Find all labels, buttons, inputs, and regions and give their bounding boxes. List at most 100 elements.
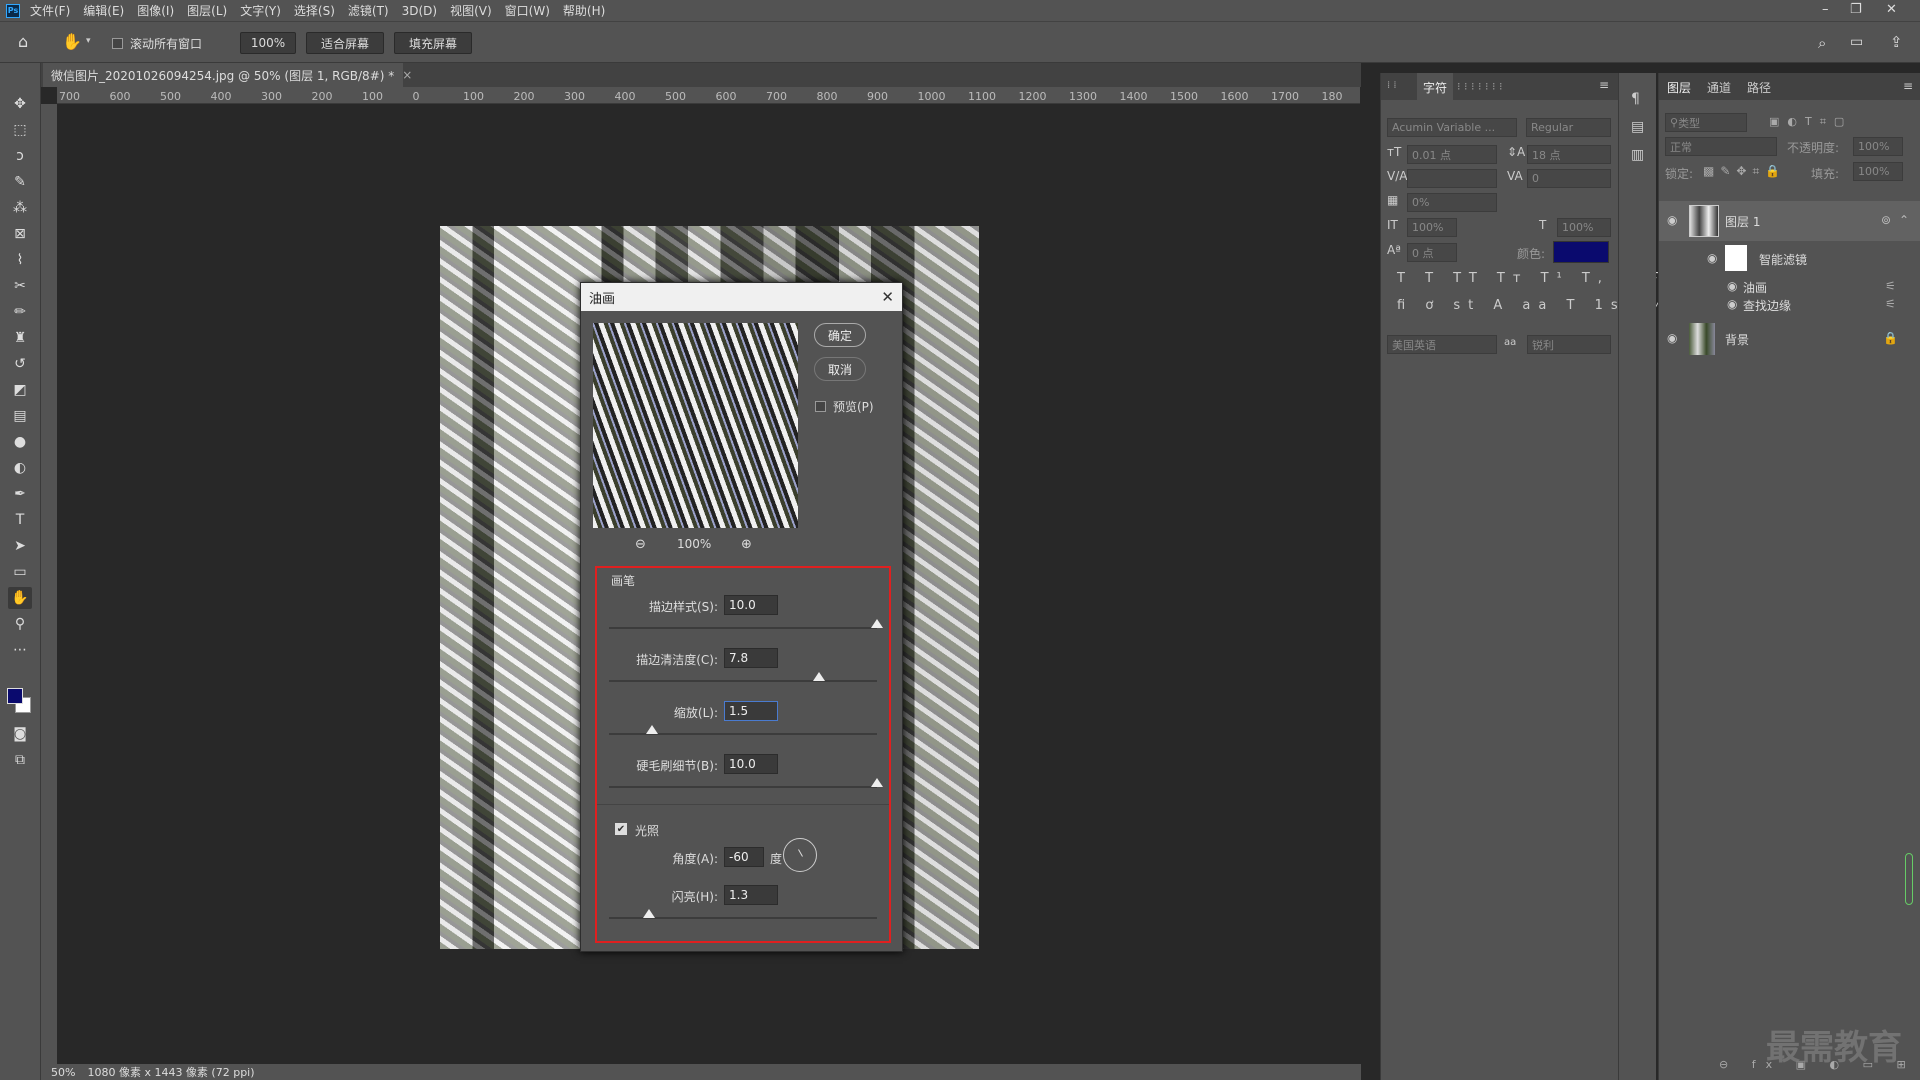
- screen-mode-icon[interactable]: ⧉: [8, 749, 32, 771]
- status-info[interactable]: 1080 像素 x 1443 像素 (72 ppi): [87, 1064, 254, 1080]
- eyedropper-icon[interactable]: ⌇: [8, 249, 32, 271]
- tab-channels[interactable]: 通道: [1707, 79, 1731, 96]
- panel-grip-icon[interactable]: ⁞ ⁞: [1387, 80, 1397, 91]
- stylization-slider[interactable]: [609, 619, 883, 629]
- close-tab-icon[interactable]: ×: [402, 68, 412, 82]
- zoom-in-icon[interactable]: ⊕: [741, 537, 752, 552]
- stylization-input[interactable]: 10.0: [724, 595, 778, 615]
- workspace-icon[interactable]: ▭: [1850, 34, 1863, 50]
- menu-type[interactable]: 文字(Y): [240, 2, 281, 19]
- antialias-select[interactable]: 锐利: [1527, 335, 1611, 354]
- scroll-all-checkbox[interactable]: [112, 38, 123, 49]
- ok-button[interactable]: 确定: [814, 323, 866, 347]
- paragraph-icon[interactable]: ¶: [1631, 91, 1640, 107]
- menu-help[interactable]: 帮助(H): [563, 2, 605, 19]
- collapse-icon[interactable]: ⌃: [1899, 213, 1909, 227]
- crop-tool-icon[interactable]: ⊠: [8, 223, 32, 245]
- scale-input[interactable]: 1.5: [724, 701, 778, 721]
- shine-thumb[interactable]: [643, 909, 656, 918]
- tsume-field[interactable]: 0%: [1407, 193, 1497, 212]
- tab-character[interactable]: 字符: [1417, 73, 1454, 100]
- layer-row[interactable]: ◉ 智能滤镜: [1659, 243, 1920, 273]
- pen-tool-icon[interactable]: ✒: [8, 483, 32, 505]
- scale-slider[interactable]: [609, 725, 877, 735]
- scrollbar[interactable]: [1905, 853, 1913, 905]
- stamp-tool-icon[interactable]: ♜: [8, 327, 32, 349]
- tab-layers[interactable]: 图层: [1667, 79, 1691, 96]
- bristle-detail-thumb[interactable]: [871, 778, 883, 787]
- fill-screen-button[interactable]: 填充屏幕: [394, 32, 472, 54]
- vertical-scale-field[interactable]: 100%: [1407, 218, 1457, 237]
- font-style-select[interactable]: Regular: [1526, 118, 1611, 137]
- filter-preview[interactable]: [593, 323, 798, 528]
- font-family-select[interactable]: Acumin Variable ...: [1387, 118, 1517, 137]
- healing-brush-icon[interactable]: ✂: [8, 275, 32, 297]
- baseline-shift-field[interactable]: 0 点: [1407, 243, 1457, 262]
- zoom-tool-icon[interactable]: ⚲: [8, 613, 32, 635]
- more-tools-icon[interactable]: ⋯: [8, 639, 32, 661]
- layer-row[interactable]: ◉ 油画 ⚟: [1659, 277, 1920, 295]
- close-window-icon[interactable]: ✕: [1886, 2, 1897, 17]
- filter-options-icon[interactable]: ⚟: [1885, 297, 1896, 311]
- cleanliness-thumb[interactable]: [813, 672, 826, 681]
- opacity-field[interactable]: 100%: [1853, 137, 1903, 156]
- cleanliness-input[interactable]: 7.8: [724, 648, 778, 668]
- scale-thumb[interactable]: [645, 725, 658, 734]
- fill-field[interactable]: 100%: [1853, 162, 1903, 181]
- menu-view[interactable]: 视图(V): [450, 2, 492, 19]
- zoom-100-button[interactable]: 100%: [240, 32, 296, 54]
- lasso-tool-icon[interactable]: ↄ: [8, 145, 32, 167]
- blend-mode-select[interactable]: 正常: [1665, 137, 1777, 156]
- properties-icon[interactable]: ▤: [1631, 119, 1644, 135]
- angle-input[interactable]: -60: [724, 847, 764, 867]
- blur-tool-icon[interactable]: ●: [8, 431, 32, 453]
- preview-checkbox[interactable]: [815, 401, 826, 412]
- stylization-thumb[interactable]: [871, 619, 883, 628]
- fit-screen-button[interactable]: 适合屏幕: [306, 32, 384, 54]
- shine-slider[interactable]: [609, 909, 877, 919]
- tab-paths[interactable]: 路径: [1747, 79, 1771, 96]
- lock-icons[interactable]: ▩✎✥⌗🔒: [1703, 164, 1786, 179]
- cleanliness-slider[interactable]: [609, 672, 877, 682]
- rectangle-tool-icon[interactable]: ▭: [8, 561, 32, 583]
- chevron-down-icon[interactable]: ▾: [86, 36, 91, 46]
- lighting-checkbox[interactable]: ✔: [615, 823, 627, 835]
- home-icon[interactable]: ⌂: [18, 32, 28, 51]
- filter-options-icon[interactable]: ⚟: [1885, 279, 1896, 293]
- shine-input[interactable]: 1.3: [724, 885, 778, 905]
- language-select[interactable]: 美国英语: [1387, 335, 1497, 354]
- layer-name[interactable]: 油画: [1743, 279, 1767, 296]
- gradient-tool-icon[interactable]: ▤: [8, 405, 32, 427]
- menu-filter[interactable]: 滤镜(T): [348, 2, 389, 19]
- dodge-tool-icon[interactable]: ◐: [8, 457, 32, 479]
- panel-menu-icon[interactable]: ≡: [1903, 79, 1913, 93]
- eye-icon[interactable]: ◉: [1667, 213, 1677, 227]
- status-zoom[interactable]: 50%: [51, 1066, 75, 1079]
- angle-dial[interactable]: [783, 838, 817, 872]
- foreground-color-swatch[interactable]: [7, 688, 23, 704]
- text-color-swatch[interactable]: [1553, 241, 1609, 263]
- hand-tool-icon[interactable]: ✋: [62, 32, 82, 51]
- tracking-field[interactable]: 0: [1527, 169, 1611, 188]
- eye-icon[interactable]: ◉: [1667, 331, 1677, 345]
- menu-3d[interactable]: 3D(D): [402, 4, 437, 18]
- quick-select-tool-icon[interactable]: ✎: [8, 171, 32, 193]
- layer-row[interactable]: ◉ 图层 1 ⊚ ⌃: [1659, 201, 1920, 241]
- cancel-button[interactable]: 取消: [814, 357, 866, 381]
- brush-tool-icon[interactable]: ✏: [8, 301, 32, 323]
- close-icon[interactable]: ✕: [881, 288, 894, 306]
- menu-edit[interactable]: 编辑(E): [83, 2, 124, 19]
- move-tool-icon[interactable]: ✥: [8, 93, 32, 115]
- hand-tool-active-icon[interactable]: ✋: [8, 587, 32, 609]
- layer-name[interactable]: 查找边缘: [1743, 297, 1791, 314]
- restore-icon[interactable]: ❐: [1850, 2, 1862, 17]
- magic-wand-icon[interactable]: ⁂: [8, 197, 32, 219]
- panel-menu-icon[interactable]: ≡: [1599, 78, 1609, 92]
- menu-window[interactable]: 窗口(W): [505, 2, 550, 19]
- document-tab[interactable]: 微信图片_20201026094254.jpg @ 50% (图层 1, RGB…: [43, 63, 412, 87]
- notes-icon[interactable]: ▥: [1631, 147, 1644, 163]
- layer-name[interactable]: 图层 1: [1725, 213, 1760, 230]
- horizontal-scale-field[interactable]: 100%: [1557, 218, 1611, 237]
- layer-filter-icons[interactable]: ▣◐T⌗▢: [1769, 115, 1852, 129]
- leading-field[interactable]: 18 点: [1527, 145, 1611, 164]
